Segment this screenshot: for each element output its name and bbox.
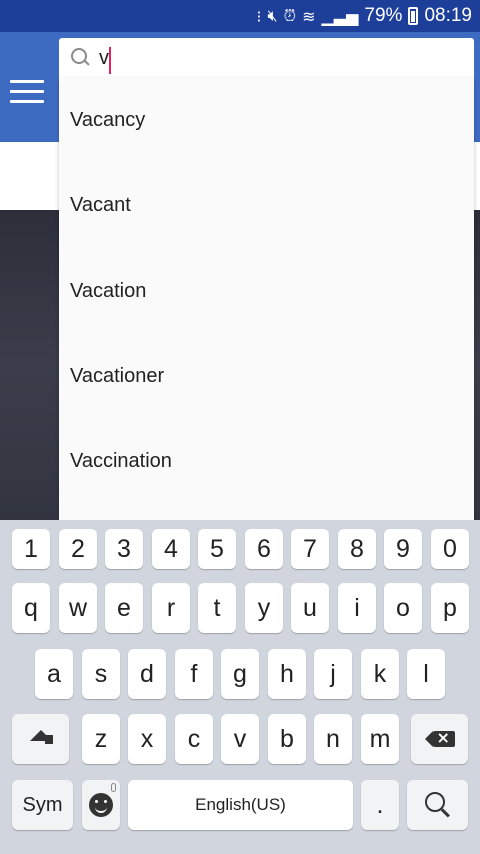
emoji-icon [89, 793, 113, 817]
search-input[interactable] [99, 38, 474, 78]
key-t[interactable]: t [198, 583, 236, 633]
suggestion-item[interactable]: Vacancy [59, 78, 474, 163]
key-h[interactable]: h [268, 649, 306, 699]
key-2[interactable]: 2 [59, 529, 97, 569]
wifi-icon: ≋ [302, 6, 316, 26]
search-key[interactable] [407, 780, 468, 830]
menu-icon[interactable] [10, 80, 44, 106]
clock: 08:19 [424, 5, 472, 26]
search-box[interactable] [59, 38, 474, 78]
battery-icon [408, 7, 419, 25]
key-7[interactable]: 7 [291, 529, 329, 569]
alarm-icon: ⏰︎ [283, 6, 297, 25]
suggestions-list: Vacancy Vacant Vacation Vacationer Vacci… [59, 78, 474, 520]
mute-icon: 🔇︎ [267, 6, 278, 25]
key-z[interactable]: z [82, 714, 120, 764]
status-bar: ⁝ 🔇︎ ⏰︎ ≋ ▁▃▅ 79% 08:19 [0, 0, 480, 32]
key-b[interactable]: b [268, 714, 306, 764]
key-m[interactable]: m [361, 714, 399, 764]
signal-icon: ▁▃▅ [321, 6, 359, 26]
key-s[interactable]: s [82, 649, 120, 699]
key-r[interactable]: r [152, 583, 190, 633]
key-5[interactable]: 5 [198, 529, 236, 569]
suggestion-item[interactable]: Vacant [59, 163, 474, 248]
on-screen-keyboard: 1 2 3 4 5 6 7 8 9 0 q w e r t y u i o p … [0, 520, 480, 854]
key-j[interactable]: j [314, 649, 352, 699]
key-q[interactable]: q [12, 583, 50, 633]
key-x[interactable]: x [128, 714, 166, 764]
key-d[interactable]: d [128, 649, 166, 699]
key-a[interactable]: a [35, 649, 73, 699]
key-v[interactable]: v [221, 714, 259, 764]
search-icon [424, 792, 451, 818]
battery-percentage: 79% [364, 5, 403, 26]
key-p[interactable]: p [431, 583, 469, 633]
key-o[interactable]: o [384, 583, 422, 633]
status-icons: ⁝ 🔇︎ ⏰︎ ≋ ▁▃▅ 79% 08:19 [256, 0, 472, 32]
text-cursor [109, 47, 111, 74]
key-4[interactable]: 4 [152, 529, 190, 569]
key-e[interactable]: e [105, 583, 143, 633]
space-key[interactable]: English(US) [128, 780, 353, 830]
backspace-icon: × [424, 728, 455, 747]
key-u[interactable]: u [291, 583, 329, 633]
key-c[interactable]: c [175, 714, 213, 764]
suggestion-item[interactable]: Vacation [59, 249, 474, 334]
key-9[interactable]: 9 [384, 529, 422, 569]
key-0[interactable]: 0 [431, 529, 469, 569]
backspace-key[interactable]: × [411, 714, 468, 764]
period-key[interactable]: . [361, 780, 399, 830]
mic-icon [111, 783, 116, 792]
key-3[interactable]: 3 [105, 529, 143, 569]
key-i[interactable]: i [338, 583, 376, 633]
sym-key[interactable]: Sym [12, 780, 73, 830]
nfc-icon: ⁝ [256, 6, 262, 26]
key-k[interactable]: k [361, 649, 399, 699]
shift-key[interactable] [12, 714, 69, 764]
shift-stem [45, 735, 53, 744]
key-6[interactable]: 6 [245, 529, 283, 569]
key-g[interactable]: g [221, 649, 259, 699]
key-f[interactable]: f [175, 649, 213, 699]
key-8[interactable]: 8 [338, 529, 376, 569]
key-n[interactable]: n [314, 714, 352, 764]
suggestion-item[interactable]: Vacationer [59, 334, 474, 419]
key-l[interactable]: l [407, 649, 445, 699]
key-w[interactable]: w [59, 583, 97, 633]
key-1[interactable]: 1 [12, 529, 50, 569]
suggestion-item[interactable]: Vaccination [59, 419, 474, 504]
search-icon [71, 48, 91, 68]
emoji-key[interactable] [82, 780, 120, 830]
key-y[interactable]: y [245, 583, 283, 633]
